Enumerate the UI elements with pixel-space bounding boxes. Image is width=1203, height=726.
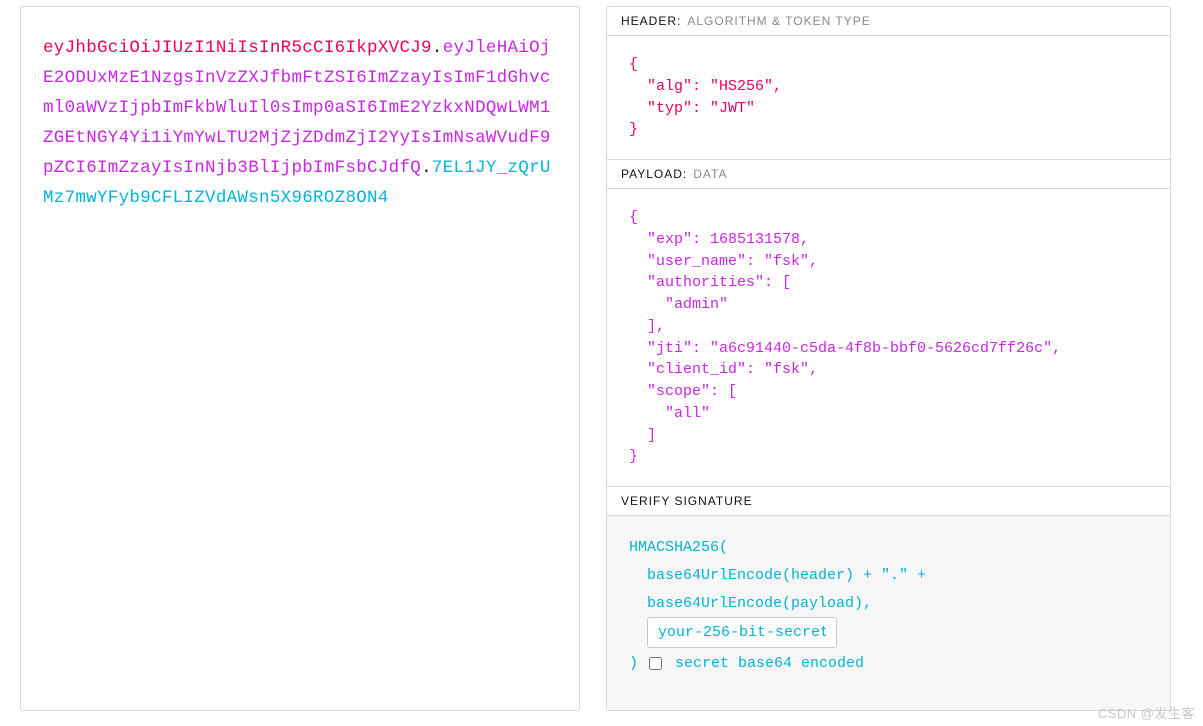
decoded-header-body[interactable]: { "alg": "HS256", "typ": "JWT" } <box>607 36 1170 159</box>
jwt-header-segment: eyJhbGciOiJIUzI1NiIsInR5cCI6IkpXVCJ9 <box>43 38 432 58</box>
payload-section-title: PAYLOAD: <box>621 167 687 181</box>
verify-line-1: base64UrlEncode(header) + "." + <box>629 562 1148 590</box>
decoded-payload-body[interactable]: { "exp": 1685131578, "user_name": "fsk",… <box>607 189 1170 486</box>
verify-line-2: base64UrlEncode(payload), <box>629 590 1148 618</box>
encoded-token[interactable]: eyJhbGciOiJIUzI1NiIsInR5cCI6IkpXVCJ9.eyJ… <box>43 33 557 214</box>
decoded-panel: HEADER: ALGORITHM & TOKEN TYPE { "alg": … <box>606 6 1171 711</box>
verify-section-title: VERIFY SIGNATURE <box>621 494 753 508</box>
payload-section-sub: DATA <box>693 167 727 181</box>
header-section-sub: ALGORITHM & TOKEN TYPE <box>687 14 870 28</box>
header-section-header: HEADER: ALGORITHM & TOKEN TYPE <box>607 7 1170 36</box>
verify-signature-body: HMACSHA256( base64UrlEncode(header) + ".… <box>607 516 1170 710</box>
verify-close-row: ) secret base64 encoded <box>629 650 1148 678</box>
secret-input[interactable] <box>647 617 837 648</box>
verify-section-header: VERIFY SIGNATURE <box>607 486 1170 516</box>
secret-base64-label[interactable]: secret base64 encoded <box>675 655 864 672</box>
encoded-token-panel: eyJhbGciOiJIUzI1NiIsInR5cCI6IkpXVCJ9.eyJ… <box>20 6 580 711</box>
secret-input-row <box>629 617 1148 648</box>
jwt-dot-2: . <box>421 158 432 178</box>
jwt-dot-1: . <box>432 38 443 58</box>
verify-fn-close: ) <box>629 655 647 672</box>
payload-section-header: PAYLOAD: DATA <box>607 159 1170 189</box>
secret-base64-checkbox[interactable] <box>649 657 662 670</box>
watermark: CSDN @发生客 <box>1098 703 1195 722</box>
header-section-title: HEADER: <box>621 14 681 28</box>
verify-fn-open: HMACSHA256( <box>629 534 1148 562</box>
